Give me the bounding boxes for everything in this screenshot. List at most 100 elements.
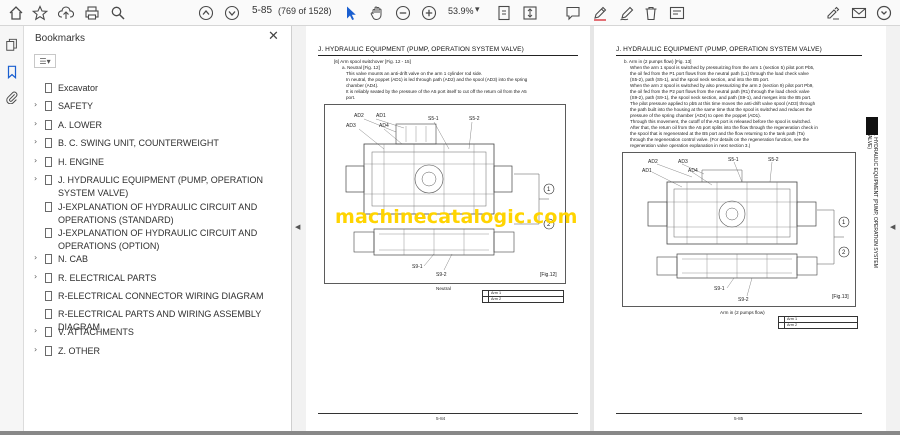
bookmarks-icon[interactable] bbox=[4, 64, 20, 80]
draw-icon[interactable] bbox=[617, 3, 637, 23]
zoom-in-icon[interactable] bbox=[419, 3, 439, 23]
chevron-right-icon[interactable]: › bbox=[34, 345, 37, 354]
properties-icon[interactable] bbox=[667, 3, 687, 23]
callout-label: S9-2 bbox=[738, 297, 749, 303]
bookmark-flag-icon bbox=[45, 157, 52, 167]
header-rule bbox=[616, 55, 862, 56]
bookmark-flag-icon bbox=[45, 291, 52, 301]
bookmark-star-icon[interactable] bbox=[30, 3, 50, 23]
panel-collapse-gutter[interactable]: ◀ bbox=[292, 26, 306, 435]
bookmark-flag-icon bbox=[45, 254, 52, 264]
close-icon[interactable]: ✕ bbox=[268, 29, 279, 44]
account-icon[interactable] bbox=[874, 3, 894, 23]
callout-label: S9-1 bbox=[412, 264, 423, 270]
figure-legend: Arm 1 Arm 2 bbox=[482, 290, 564, 303]
chevron-right-icon[interactable]: › bbox=[34, 119, 37, 128]
list-options-icon: ☰▾ bbox=[39, 56, 51, 66]
body-line: (S5-2), path (S5-1), and the spool neck … bbox=[630, 77, 770, 82]
navigation-rail bbox=[0, 26, 24, 435]
header-rule bbox=[318, 55, 578, 56]
hydraulic-valve-diagram: AD2 AD3 AD1 AD4 S5-1 S5-2 S9-1 S9-2 1 2 bbox=[622, 152, 856, 307]
attachment-icon[interactable] bbox=[4, 89, 20, 105]
callout-label: AD2 bbox=[354, 113, 364, 119]
sign-icon[interactable] bbox=[823, 3, 843, 23]
body-line: It is reliably seated by the pressure of… bbox=[346, 89, 527, 94]
bookmark-flag-icon bbox=[45, 346, 52, 356]
fit-page-icon[interactable] bbox=[494, 3, 514, 23]
callout-label: S5-2 bbox=[768, 157, 779, 163]
bookmark-flag-icon bbox=[45, 228, 52, 238]
bookmark-label: J. HYDRAULIC EQUIPMENT (PUMP, OPERATION … bbox=[58, 175, 264, 198]
figure-label: [Fig.12] bbox=[540, 272, 557, 278]
bookmark-label: Excavator bbox=[58, 83, 99, 93]
footer-rule bbox=[616, 413, 862, 414]
bookmark-label: B. C. SWING UNIT, COUNTERWEIGHT bbox=[58, 138, 219, 148]
right-pane-gutter[interactable]: ◀ bbox=[886, 26, 900, 435]
page-number-input[interactable]: 5-85 bbox=[252, 5, 272, 16]
print-icon[interactable] bbox=[82, 3, 102, 23]
section-side-label: J. HYDRAULIC EQUIPMENT (PUMP, OPERATION … bbox=[866, 132, 878, 268]
bookmark-options-button[interactable]: ☰▾ bbox=[34, 54, 56, 68]
comment-icon[interactable] bbox=[563, 3, 583, 23]
email-icon[interactable] bbox=[849, 3, 869, 23]
chevron-right-icon[interactable]: › bbox=[34, 326, 37, 335]
zoom-out-icon[interactable] bbox=[393, 3, 413, 23]
bookmark-label: J-EXPLANATION OF HYDRAULIC CIRCUIT AND O… bbox=[58, 202, 258, 225]
page-thumbnails-icon[interactable] bbox=[4, 37, 20, 53]
search-icon[interactable] bbox=[108, 3, 128, 23]
callout-label: S5-1 bbox=[428, 116, 439, 122]
callout-label: 1 bbox=[842, 220, 846, 226]
bookmark-flag-icon bbox=[45, 175, 52, 185]
bookmarks-panel: Bookmarks ✕ ☰▾ Excavator › SAFETY › A. L… bbox=[24, 26, 292, 435]
figure-caption: Arm in (2 pumps flow) bbox=[720, 310, 765, 315]
page-number: 5-84 bbox=[436, 416, 446, 421]
chevron-right-icon[interactable]: › bbox=[34, 253, 37, 262]
body-line: a. Neutral [Fig. 12] bbox=[342, 65, 380, 70]
legend-entry: Arm 1 bbox=[491, 291, 502, 295]
legend-entry: Arm 1 bbox=[787, 317, 798, 321]
expand-left-icon[interactable]: ◀ bbox=[890, 223, 895, 231]
bottom-scrollbar[interactable] bbox=[0, 431, 900, 435]
body-line: In neutral, the poppet (AD1) is led thro… bbox=[346, 77, 528, 82]
chevron-right-icon[interactable]: › bbox=[34, 156, 37, 165]
document-view[interactable]: J. HYDRAULIC EQUIPMENT (PUMP, OPERATION … bbox=[306, 26, 886, 435]
hand-tool-icon[interactable] bbox=[367, 3, 387, 23]
chevron-right-icon[interactable]: › bbox=[34, 137, 37, 146]
bookmark-flag-icon bbox=[45, 327, 52, 337]
bookmark-label: A. LOWER bbox=[58, 120, 103, 130]
home-icon[interactable] bbox=[6, 3, 26, 23]
callout-label: AD3 bbox=[346, 123, 356, 129]
page-header: J. HYDRAULIC EQUIPMENT (PUMP, OPERATION … bbox=[616, 46, 822, 53]
figure-legend: Arm 1 Arm 2 bbox=[778, 316, 858, 329]
footer-rule bbox=[318, 413, 578, 414]
select-cursor-icon[interactable] bbox=[341, 3, 361, 23]
delete-icon[interactable] bbox=[641, 3, 661, 23]
next-page-icon[interactable] bbox=[222, 3, 242, 23]
bookmark-flag-icon bbox=[45, 273, 52, 283]
chevron-right-icon[interactable]: › bbox=[34, 100, 37, 109]
body-line: through the regeneration control valve. … bbox=[630, 137, 810, 142]
body-line: This valve mounts an anti-drift valve on… bbox=[346, 71, 483, 76]
collapse-left-icon[interactable]: ◀ bbox=[295, 223, 300, 231]
upload-cloud-icon[interactable] bbox=[56, 3, 76, 23]
callout-label: AD2 bbox=[648, 159, 658, 165]
body-line: the path built into the housing at the s… bbox=[630, 107, 813, 112]
callout-label: S9-2 bbox=[436, 272, 447, 278]
bookmark-flag-icon bbox=[45, 101, 52, 111]
callout-label: AD1 bbox=[642, 168, 652, 174]
chevron-down-icon[interactable]: ▾ bbox=[475, 4, 480, 15]
panel-title: Bookmarks bbox=[35, 33, 86, 44]
zoom-level[interactable]: 53.9% bbox=[448, 6, 474, 16]
chevron-right-icon[interactable]: › bbox=[34, 174, 37, 183]
highlight-pen-icon[interactable] bbox=[590, 3, 610, 23]
body-line: the oil fed from the P1 port flows from … bbox=[630, 71, 809, 76]
previous-page-icon[interactable] bbox=[196, 3, 216, 23]
callout-label: AD4 bbox=[688, 168, 698, 174]
callout-label: AD4 bbox=[379, 123, 389, 129]
body-line: Through this movement, the cutoff of the… bbox=[630, 119, 811, 124]
figure-label: [Fig.13] bbox=[832, 294, 849, 300]
callout-label: AD3 bbox=[678, 159, 688, 165]
chevron-right-icon[interactable]: › bbox=[34, 272, 37, 281]
document-page-left: J. HYDRAULIC EQUIPMENT (PUMP, OPERATION … bbox=[306, 26, 590, 435]
scroll-mode-icon[interactable] bbox=[520, 3, 540, 23]
